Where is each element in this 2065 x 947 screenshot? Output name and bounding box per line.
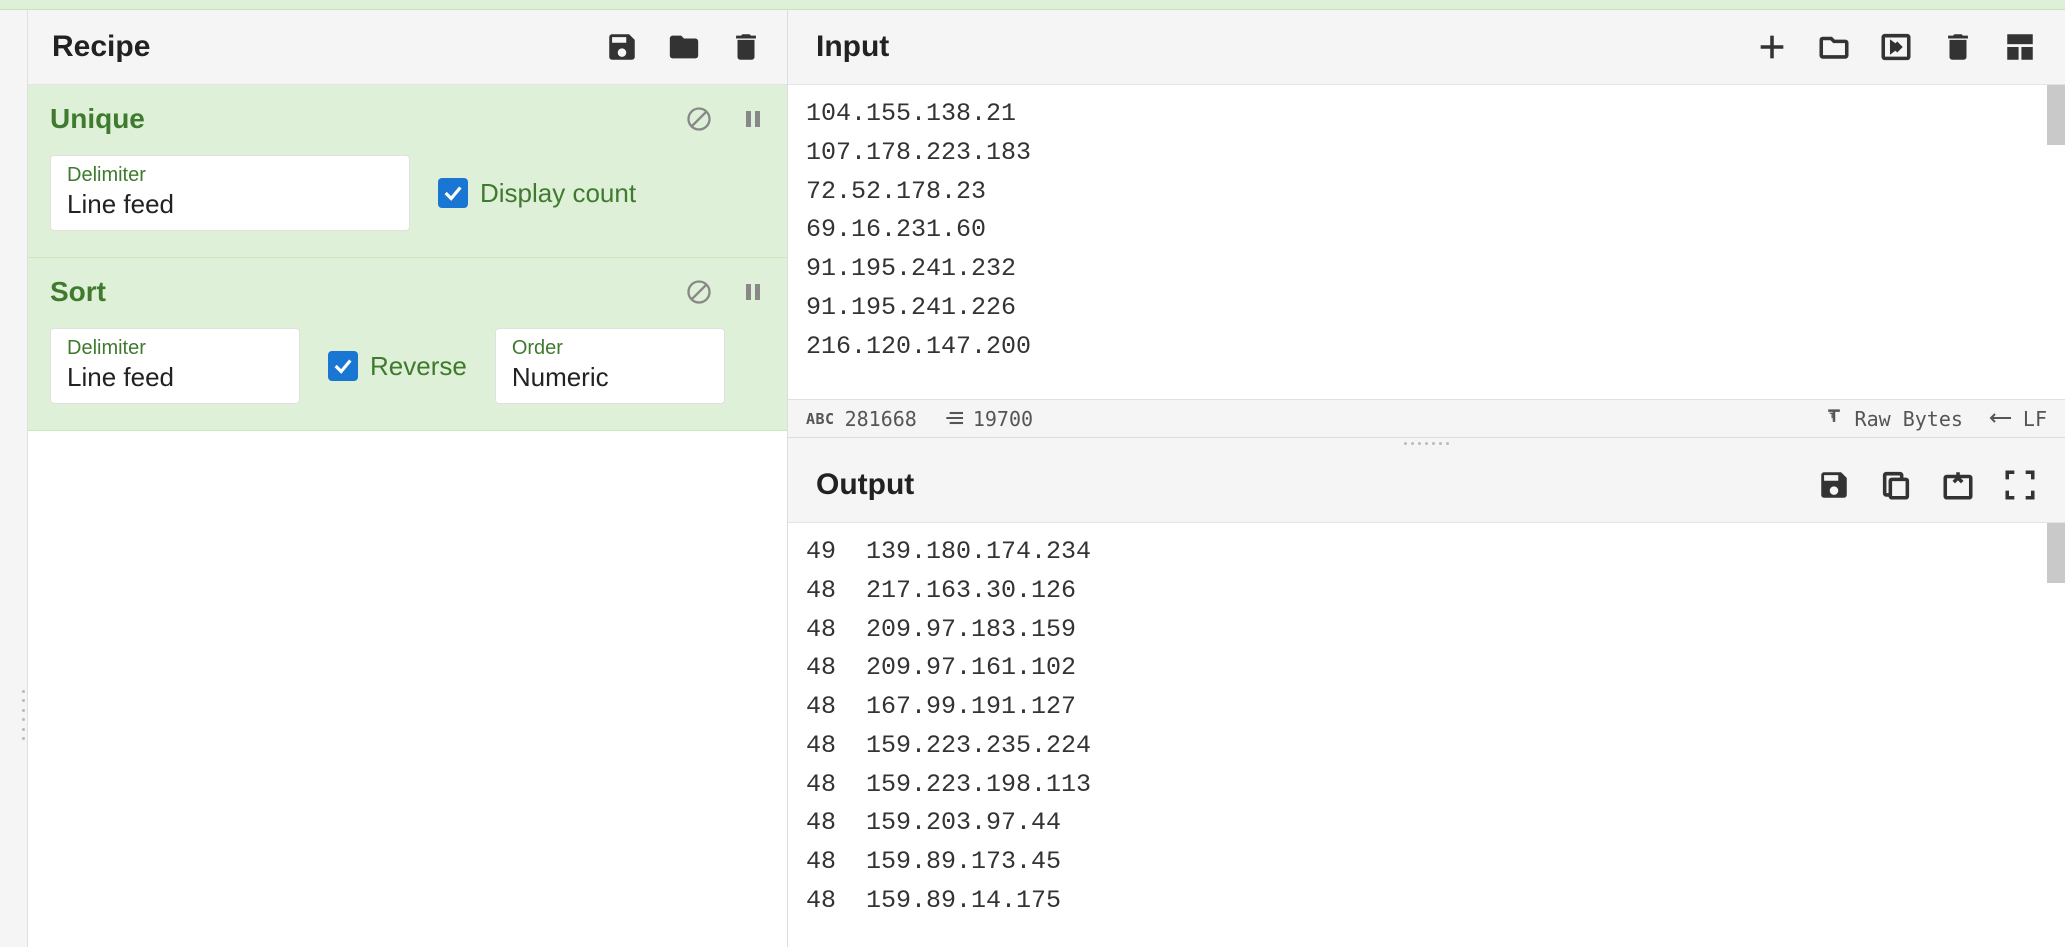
operation-sort[interactable]: Sort Delimiter Line feed	[28, 258, 787, 431]
input-header: Input	[788, 10, 2065, 85]
output-title: Output	[816, 468, 914, 502]
maximize-icon[interactable]	[2003, 468, 2037, 502]
delimiter-select[interactable]: Delimiter Line feed	[50, 328, 300, 404]
arg-value: Line feed	[67, 189, 393, 220]
left-gutter	[0, 10, 28, 947]
recipe-panel: Recipe Unique	[28, 10, 788, 947]
save-icon[interactable]	[605, 30, 639, 64]
lines-icon	[943, 407, 963, 431]
pause-icon[interactable]	[741, 278, 765, 306]
checkbox-checked-icon	[328, 351, 358, 381]
input-panel: Input	[788, 10, 2065, 438]
trash-icon[interactable]	[1941, 30, 1975, 64]
arg-value: Line feed	[67, 362, 283, 393]
input-status-bar: ABC 281668 19700 Raw	[788, 399, 2065, 437]
open-folder-icon[interactable]	[1817, 30, 1851, 64]
arg-label: Delimiter	[67, 164, 393, 187]
scrollbar[interactable]	[2047, 523, 2065, 583]
eol-selector[interactable]: LF	[1989, 407, 2047, 431]
encoding-selector[interactable]: Raw Bytes	[1823, 406, 1963, 431]
vertical-resize-handle[interactable]	[788, 438, 2065, 448]
order-select[interactable]: Order Numeric	[495, 328, 725, 404]
operation-title: Sort	[50, 276, 106, 308]
checkbox-label: Reverse	[370, 351, 467, 382]
char-count: ABC 281668	[806, 407, 917, 431]
folder-icon[interactable]	[667, 30, 701, 64]
recipe-title: Recipe	[52, 30, 150, 64]
save-icon[interactable]	[1817, 468, 1851, 502]
checkbox-checked-icon	[438, 178, 468, 208]
output-textarea[interactable]: 49 139.180.174.234 48 217.163.30.126 48 …	[788, 523, 2065, 947]
delimiter-select[interactable]: Delimiter Line feed	[50, 155, 410, 231]
output-panel: Output 49 139.180.1	[788, 448, 2065, 947]
scrollbar[interactable]	[2047, 85, 2065, 145]
output-header: Output	[788, 448, 2065, 523]
trash-icon[interactable]	[729, 30, 763, 64]
layout-icon[interactable]	[2003, 30, 2037, 64]
input-title: Input	[816, 30, 889, 64]
add-tab-icon[interactable]	[1755, 30, 1789, 64]
pause-icon[interactable]	[741, 105, 765, 133]
return-icon	[1989, 407, 2013, 431]
disable-icon[interactable]	[685, 278, 713, 306]
arg-value: Numeric	[512, 362, 708, 393]
abc-icon: ABC	[806, 410, 835, 428]
disable-icon[interactable]	[685, 105, 713, 133]
arg-label: Delimiter	[67, 337, 283, 360]
display-count-checkbox[interactable]: Display count	[438, 178, 636, 209]
open-file-icon[interactable]	[1879, 30, 1913, 64]
operation-unique[interactable]: Unique Delimiter Line feed	[28, 85, 787, 258]
checkbox-label: Display count	[480, 178, 636, 209]
operation-title: Unique	[50, 103, 145, 135]
line-count: 19700	[943, 407, 1033, 431]
input-textarea[interactable]: 104.155.138.21 107.178.223.183 72.52.178…	[788, 85, 2065, 399]
arg-label: Order	[512, 337, 708, 360]
reverse-checkbox[interactable]: Reverse	[328, 351, 467, 382]
text-format-icon	[1823, 406, 1845, 431]
recipe-header: Recipe	[28, 10, 787, 85]
copy-icon[interactable]	[1879, 468, 1913, 502]
replace-input-icon[interactable]	[1941, 468, 1975, 502]
drag-handle-icon[interactable]	[22, 690, 26, 740]
top-banner	[0, 0, 2065, 10]
